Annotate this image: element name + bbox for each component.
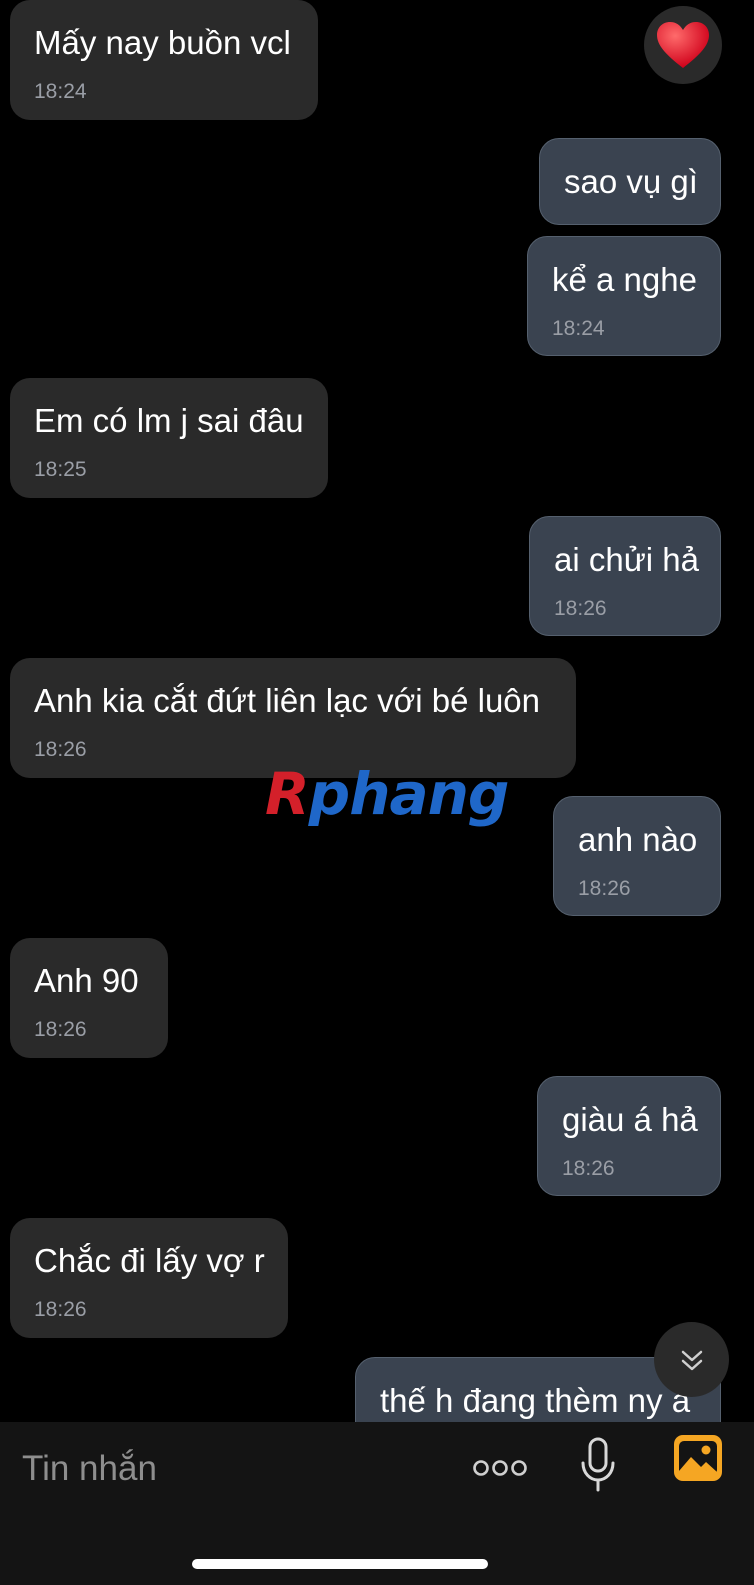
message-time: 18:26 [578, 877, 631, 900]
message-time: 18:26 [34, 738, 87, 761]
message-time: 18:24 [34, 80, 87, 103]
message-composer [0, 1422, 754, 1585]
more-dots-icon [473, 1460, 527, 1476]
message-bubble-outgoing[interactable]: kể a nghe 18:24 [527, 236, 721, 356]
message-text: Anh kia cắt đứt liên lạc với bé luôn [34, 682, 541, 719]
message-text: Mấy nay buồn vcl [34, 24, 291, 61]
message-bubble-outgoing[interactable]: ai chửi hả 18:26 [529, 516, 721, 636]
message-input[interactable] [20, 1442, 454, 1496]
message-bubble-outgoing[interactable]: giàu á hả 18:26 [537, 1076, 721, 1196]
voice-message-button[interactable] [576, 1432, 620, 1498]
image-picker-button[interactable] [672, 1432, 724, 1484]
message-text: anh nào [578, 821, 698, 858]
message-text: Em có lm j sai đâu [34, 402, 304, 439]
home-indicator [192, 1559, 488, 1569]
message-text: giàu á hả [562, 1101, 698, 1138]
message-time: 18:26 [34, 1018, 87, 1041]
message-text: ai chửi hả [554, 541, 700, 578]
message-text: thế h đang thèm ny à [380, 1382, 691, 1419]
message-text: kể a nghe [552, 261, 697, 298]
message-bubble-outgoing[interactable]: sao vụ gì [539, 138, 721, 225]
heart-icon [657, 22, 709, 68]
message-bubble-incoming[interactable]: Chắc đi lấy vợ r 18:26 [10, 1218, 288, 1338]
message-time: 18:26 [554, 597, 607, 620]
watermark-logo: Rphang [265, 760, 509, 828]
message-text: Anh 90 [34, 962, 139, 999]
double-chevron-down-icon [681, 1350, 702, 1370]
message-time: 18:25 [34, 458, 87, 481]
message-text: sao vụ gì [564, 163, 698, 200]
message-time: 18:26 [562, 1157, 615, 1180]
microphone-icon [581, 1437, 615, 1492]
message-time: 18:24 [552, 317, 605, 340]
image-icon [674, 1435, 722, 1481]
message-bubble-outgoing[interactable]: anh nào 18:26 [553, 796, 721, 916]
more-button[interactable] [472, 1446, 528, 1490]
message-bubble-incoming[interactable]: Em có lm j sai đâu 18:25 [10, 378, 328, 498]
message-text: Chắc đi lấy vợ r [34, 1242, 265, 1279]
scroll-to-bottom-button[interactable] [654, 1322, 729, 1397]
message-time: 18:26 [34, 1298, 87, 1321]
heart-reaction-button[interactable] [644, 6, 722, 84]
message-bubble-incoming[interactable]: Anh 90 18:26 [10, 938, 168, 1058]
message-bubble-incoming[interactable]: Mấy nay buồn vcl 18:24 [10, 0, 318, 120]
